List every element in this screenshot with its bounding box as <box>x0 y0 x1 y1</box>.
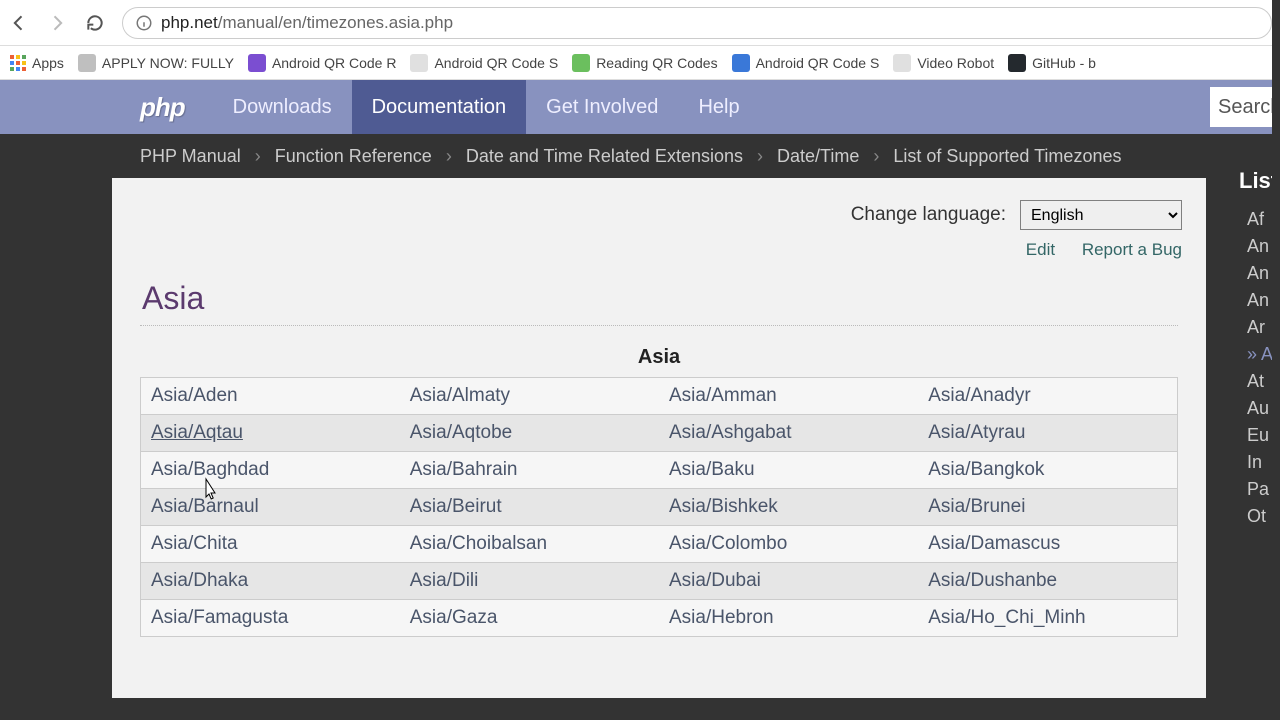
timezone-cell[interactable]: Asia/Aden <box>141 378 400 415</box>
timezone-cell[interactable]: Asia/Dhaka <box>141 563 400 600</box>
browser-toolbar: php.net/manual/en/timezones.asia.php <box>0 0 1280 46</box>
timezone-cell[interactable]: Asia/Gaza <box>400 600 659 637</box>
divider <box>140 325 1178 326</box>
timezone-cell[interactable]: Asia/Chita <box>141 526 400 563</box>
timezone-cell[interactable]: Asia/Dili <box>400 563 659 600</box>
bookmark-label: GitHub - b <box>1032 55 1096 71</box>
bookmark-icon <box>10 55 26 71</box>
breadcrumb-item[interactable]: Date/Time <box>777 146 859 167</box>
chevron-right-icon: › <box>255 146 261 167</box>
bookmark-label: Video Robot <box>917 55 994 71</box>
change-language-label: Change language: <box>851 204 1006 226</box>
breadcrumb-item[interactable]: PHP Manual <box>140 146 241 167</box>
timezone-cell[interactable]: Asia/Anadyr <box>918 378 1177 415</box>
site-nav: php DownloadsDocumentationGet InvolvedHe… <box>0 80 1280 134</box>
bookmark-item[interactable]: GitHub - b <box>1008 54 1096 72</box>
bookmark-label: Android QR Code S <box>434 55 558 71</box>
timezone-cell[interactable]: Asia/Baghdad <box>141 452 400 489</box>
report-bug-link[interactable]: Report a Bug <box>1082 240 1182 259</box>
forward-button[interactable] <box>46 12 68 34</box>
address-bar[interactable]: php.net/manual/en/timezones.asia.php <box>122 7 1272 39</box>
window-scrollbar[interactable] <box>1272 0 1280 720</box>
timezone-cell[interactable]: Asia/Brunei <box>918 489 1177 526</box>
bookmark-icon <box>1008 54 1026 72</box>
bookmark-icon <box>572 54 590 72</box>
bookmark-item[interactable]: Android QR Code S <box>410 54 558 72</box>
back-button[interactable] <box>8 12 30 34</box>
table-row: Asia/BaghdadAsia/BahrainAsia/BakuAsia/Ba… <box>141 452 1178 489</box>
chevron-right-icon: › <box>757 146 763 167</box>
nav-item[interactable]: Documentation <box>352 80 527 134</box>
table-row: Asia/AqtauAsia/AqtobeAsia/AshgabatAsia/A… <box>141 415 1178 452</box>
timezone-cell[interactable]: Asia/Choibalsan <box>400 526 659 563</box>
page-body: PHP Manual › Function Reference › Date and T… <box>0 134 1280 720</box>
edit-link[interactable]: Edit <box>1026 240 1055 259</box>
timezone-cell[interactable]: Asia/Almaty <box>400 378 659 415</box>
bookmark-item[interactable]: Reading QR Codes <box>572 54 717 72</box>
bookmark-label: Apps <box>32 55 64 71</box>
language-select[interactable]: English <box>1020 200 1182 230</box>
timezone-cell[interactable]: Asia/Famagusta <box>141 600 400 637</box>
timezone-cell[interactable]: Asia/Aqtau <box>141 415 400 452</box>
bookmark-icon <box>410 54 428 72</box>
bookmark-label: Reading QR Codes <box>596 55 717 71</box>
bookmark-icon <box>248 54 266 72</box>
bookmark-icon <box>893 54 911 72</box>
bookmark-item[interactable]: APPLY NOW: FULLY <box>78 54 234 72</box>
timezone-cell[interactable]: Asia/Ho_Chi_Minh <box>918 600 1177 637</box>
php-logo[interactable]: php <box>140 92 185 123</box>
search-input[interactable]: Search <box>1210 87 1280 127</box>
bookmark-item[interactable]: Android QR Code R <box>248 54 397 72</box>
url-path: /manual/en/timezones.asia.php <box>218 13 453 32</box>
timezone-cell[interactable]: Asia/Amman <box>659 378 918 415</box>
chevron-right-icon: › <box>873 146 879 167</box>
bookmark-label: Android QR Code S <box>756 55 880 71</box>
bookmark-item[interactable]: Android QR Code S <box>732 54 880 72</box>
nav-item[interactable]: Help <box>678 80 759 134</box>
timezone-cell[interactable]: Asia/Hebron <box>659 600 918 637</box>
info-icon <box>135 14 153 32</box>
table-row: Asia/AdenAsia/AlmatyAsia/AmmanAsia/Anady… <box>141 378 1178 415</box>
timezone-cell[interactable]: Asia/Baku <box>659 452 918 489</box>
timezone-cell[interactable]: Asia/Damascus <box>918 526 1177 563</box>
timezone-cell[interactable]: Asia/Atyrau <box>918 415 1177 452</box>
breadcrumb-item[interactable]: List of Supported Timezones <box>893 146 1121 167</box>
bookmark-label: APPLY NOW: FULLY <box>102 55 234 71</box>
timezone-cell[interactable]: Asia/Bangkok <box>918 452 1177 489</box>
url-host: php.net <box>161 13 218 32</box>
bookmarks-bar: Apps APPLY NOW: FULLY Android QR Code R And… <box>0 46 1280 80</box>
table-row: Asia/DhakaAsia/DiliAsia/DubaiAsia/Dushan… <box>141 563 1178 600</box>
page-title: Asia <box>142 280 1206 317</box>
breadcrumb: PHP Manual › Function Reference › Date and T… <box>0 134 1280 178</box>
timezone-cell[interactable]: Asia/Aqtobe <box>400 415 659 452</box>
bookmark-icon <box>78 54 96 72</box>
table-row: Asia/FamagustaAsia/GazaAsia/HebronAsia/H… <box>141 600 1178 637</box>
timezone-cell[interactable]: Asia/Bishkek <box>659 489 918 526</box>
timezone-cell[interactable]: Asia/Ashgabat <box>659 415 918 452</box>
nav-item[interactable]: Downloads <box>213 80 352 134</box>
bookmark-item[interactable]: Video Robot <box>893 54 994 72</box>
timezone-cell[interactable]: Asia/Beirut <box>400 489 659 526</box>
bookmark-label: Android QR Code R <box>272 55 397 71</box>
timezone-cell[interactable]: Asia/Barnaul <box>141 489 400 526</box>
content-card: Change language: English Edit Report a B… <box>112 178 1206 698</box>
timezone-cell[interactable]: Asia/Dubai <box>659 563 918 600</box>
nav-item[interactable]: Get Involved <box>526 80 678 134</box>
breadcrumb-item[interactable]: Function Reference <box>275 146 432 167</box>
chevron-right-icon: › <box>446 146 452 167</box>
table-row: Asia/ChitaAsia/ChoibalsanAsia/ColomboAsi… <box>141 526 1178 563</box>
table-caption: Asia <box>112 346 1206 369</box>
bookmark-item[interactable]: Apps <box>10 55 64 71</box>
timezone-cell[interactable]: Asia/Bahrain <box>400 452 659 489</box>
reload-button[interactable] <box>84 12 106 34</box>
table-row: Asia/BarnaulAsia/BeirutAsia/BishkekAsia/… <box>141 489 1178 526</box>
bookmark-icon <box>732 54 750 72</box>
timezone-cell[interactable]: Asia/Colombo <box>659 526 918 563</box>
timezone-table: Asia/AdenAsia/AlmatyAsia/AmmanAsia/Anady… <box>140 377 1178 637</box>
breadcrumb-item[interactable]: Date and Time Related Extensions <box>466 146 743 167</box>
timezone-cell[interactable]: Asia/Dushanbe <box>918 563 1177 600</box>
